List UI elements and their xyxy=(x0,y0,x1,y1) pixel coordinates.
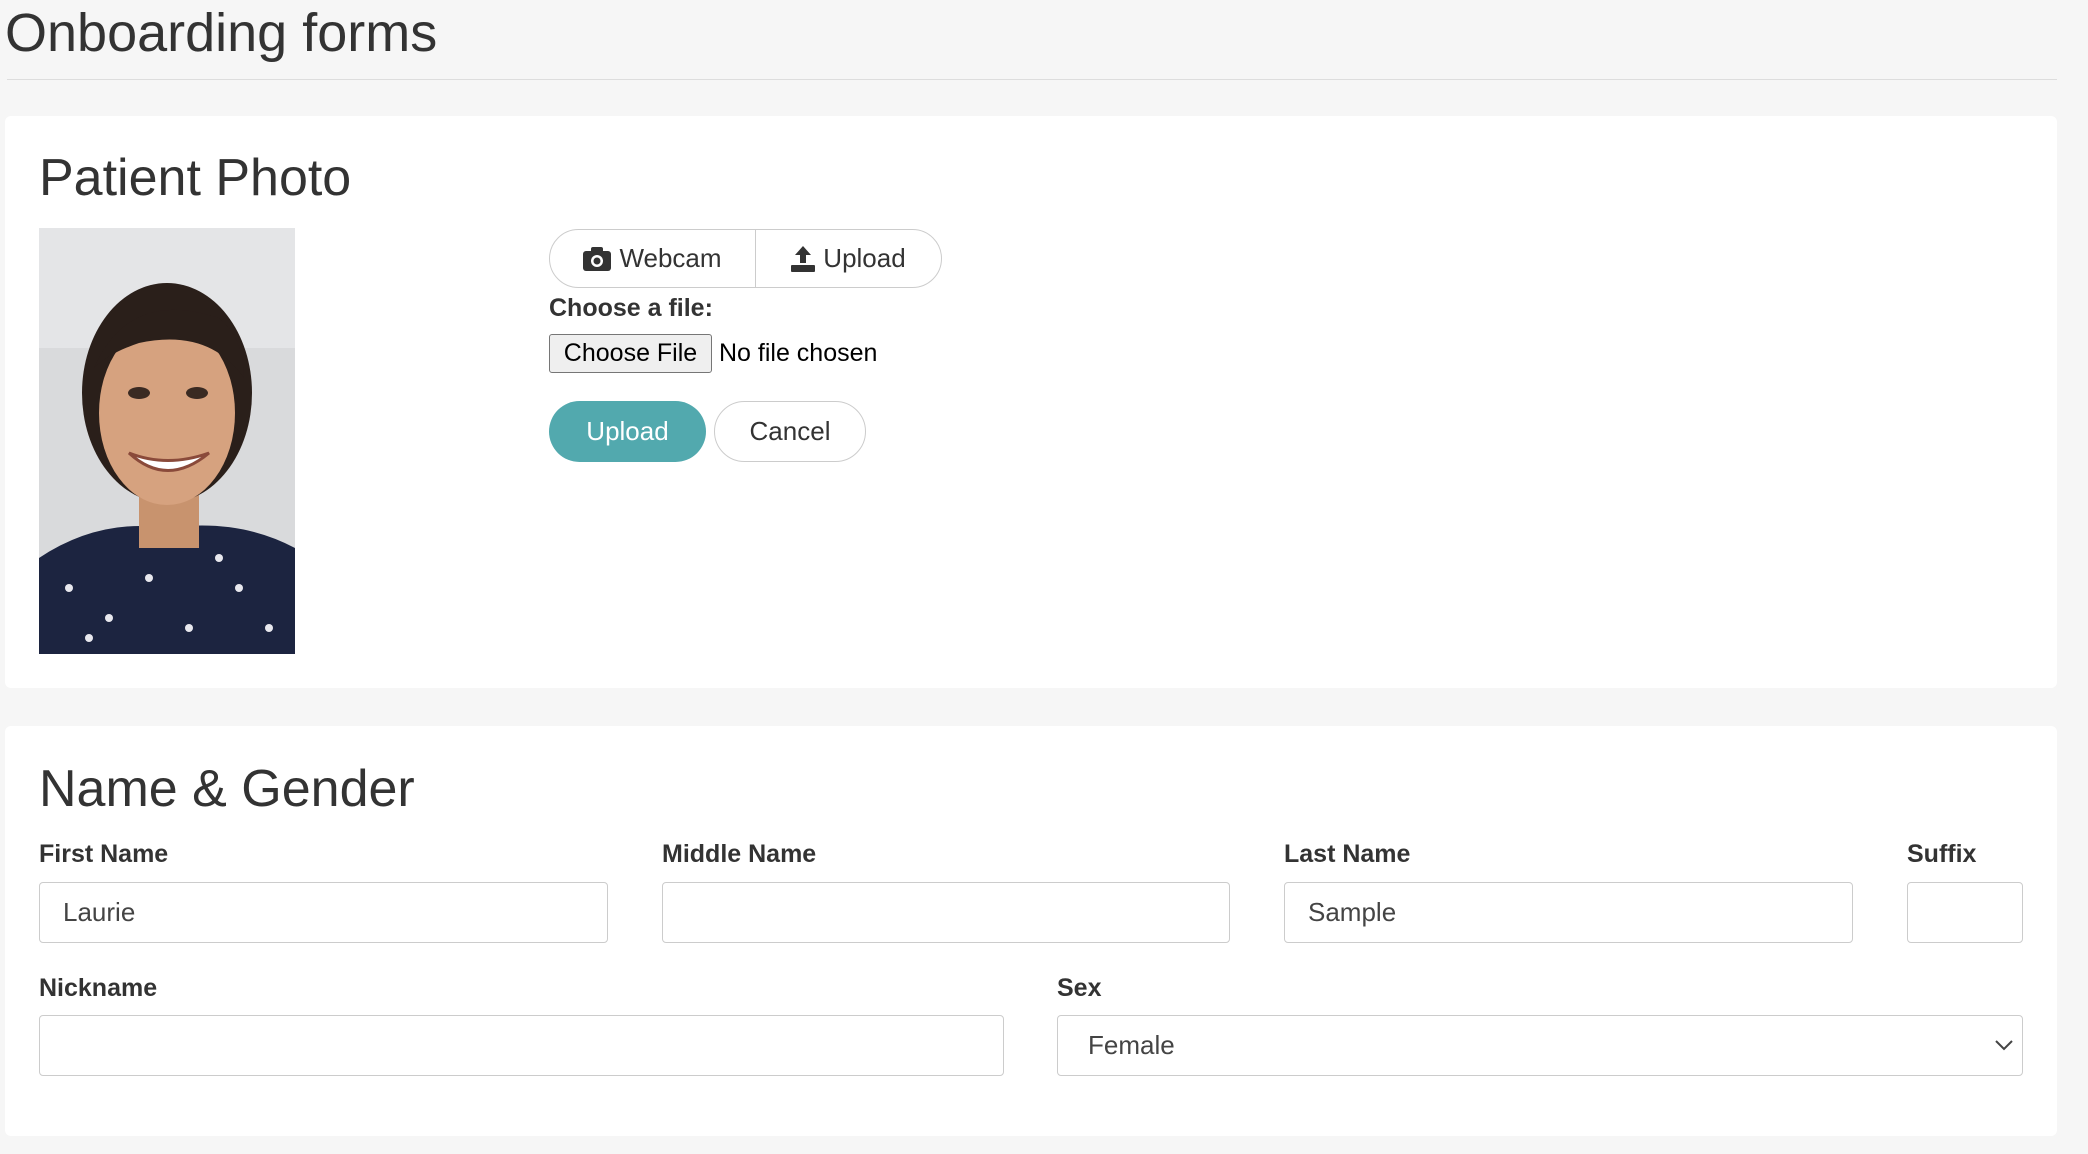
nickname-input[interactable] xyxy=(39,1015,1004,1076)
upload-tab-button[interactable]: Upload xyxy=(756,230,941,287)
patient-photo xyxy=(39,228,295,654)
choose-file-label: Choose a file: xyxy=(549,294,713,322)
chevron-down-icon xyxy=(1995,1040,2013,1051)
sex-select[interactable]: Female xyxy=(1057,1015,2023,1076)
section-title: Patient Photo xyxy=(39,149,352,207)
choose-file-button[interactable]: Choose File xyxy=(549,334,712,373)
sex-label: Sex xyxy=(1057,974,1102,1002)
middle-name-label: Middle Name xyxy=(662,840,817,868)
upload-button[interactable]: Upload xyxy=(549,401,706,462)
first-name-label: First Name xyxy=(39,840,169,868)
patient-photo-card: Patient Photo xyxy=(5,116,2057,688)
last-name-input[interactable]: Sample xyxy=(1284,882,1853,943)
page-title: Onboarding forms xyxy=(5,3,438,63)
nickname-label: Nickname xyxy=(39,974,158,1002)
suffix-label: Suffix xyxy=(1907,840,1977,868)
upload-tab-label: Upload xyxy=(823,243,906,273)
photo-source-toggle: Webcam Upload xyxy=(549,229,942,288)
camera-icon xyxy=(583,246,612,271)
first-name-input[interactable]: Laurie xyxy=(39,882,608,943)
divider xyxy=(7,79,2057,80)
cancel-button[interactable]: Cancel xyxy=(714,401,866,462)
section-title: Name & Gender xyxy=(39,760,415,818)
suffix-input[interactable] xyxy=(1907,882,2023,943)
last-name-label: Last Name xyxy=(1284,840,1411,868)
webcam-label: Webcam xyxy=(619,243,722,273)
sex-value: Female xyxy=(1088,1030,1175,1060)
webcam-button[interactable]: Webcam xyxy=(550,230,756,287)
middle-name-input[interactable] xyxy=(662,882,1230,943)
upload-icon xyxy=(791,245,816,272)
no-file-text: No file chosen xyxy=(719,339,878,367)
